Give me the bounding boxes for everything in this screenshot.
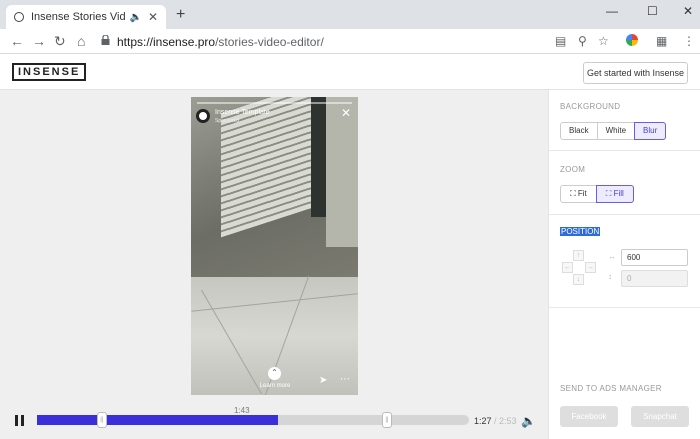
pause-bar: [15, 415, 18, 426]
site-header: INSENSE Get started with Insense: [0, 54, 700, 90]
move-up-button[interactable]: ↑: [573, 250, 584, 261]
reload-icon[interactable]: ↻: [54, 33, 66, 50]
site-favicon-icon: [14, 12, 24, 22]
url-host: https://insense.pro: [117, 35, 216, 49]
story-video-preview[interactable]: Insense Template Sponsored ✕ ⌃ Learn mor…: [191, 97, 358, 395]
pause-bar: [21, 415, 24, 426]
account-avatar: [196, 109, 210, 123]
get-started-button[interactable]: Get started with Insense: [583, 62, 688, 84]
forward-arrow-icon[interactable]: →: [32, 33, 46, 49]
maximize-icon[interactable]: ☐: [647, 4, 658, 18]
position-y-input[interactable]: 0: [621, 270, 688, 287]
address-bar[interactable]: https://insense.pro/stories-video-editor…: [117, 35, 324, 49]
background-title: BACKGROUND: [560, 102, 621, 111]
zoom-fill-button[interactable]: ⛶ Fill: [595, 185, 634, 203]
minimize-icon[interactable]: —: [606, 4, 618, 18]
story-progress-bar: [197, 102, 352, 104]
marker-time-label: 1:43: [234, 406, 250, 415]
send-icon: ➤: [319, 375, 328, 386]
current-time: 1:27: [474, 416, 492, 426]
zoom-fit-button[interactable]: ⛶ Fit: [560, 185, 597, 203]
zoom-section: ZOOM ⛶ Fit ⛶ Fill: [549, 151, 700, 215]
fit-icon: ⛶: [570, 189, 576, 198]
chevron-up-icon: ⌃: [268, 367, 281, 380]
speaker-icon[interactable]: 🔈: [129, 12, 141, 23]
zoom-options: ⛶ Fit ⛶ Fill: [560, 185, 634, 203]
extension-icon[interactable]: [626, 34, 638, 46]
editor-canvas: Insense Template Sponsored ✕ ⌃ Learn mor…: [0, 90, 548, 439]
video-scene-door: [311, 97, 326, 217]
zoom-fill-label: Fill: [613, 189, 624, 198]
zoom-icon[interactable]: ⚲: [578, 34, 587, 48]
calendar-extension-icon[interactable]: ▦: [656, 34, 667, 48]
browser-tab-bar: Insense Stories Video Editor 🔈 ✕ + — ☐ ✕: [0, 0, 700, 29]
bookmark-star-icon[interactable]: ☆: [598, 34, 609, 48]
facebook-button[interactable]: Facebook: [560, 406, 618, 427]
lock-icon: [101, 35, 110, 45]
vertical-axis-icon: ↕: [608, 272, 612, 281]
volume-icon[interactable]: 🔈: [521, 414, 536, 428]
back-arrow-icon[interactable]: ←: [10, 33, 24, 49]
move-right-button[interactable]: →: [585, 262, 596, 273]
ads-manager-title: SEND TO ADS MANAGER: [560, 384, 662, 393]
translate-icon[interactable]: ▤: [555, 34, 566, 48]
position-section: POSITION ↑ ← → ↓ ↔ 600 ↕ 0: [549, 215, 700, 308]
url-path: /stories-video-editor/: [215, 35, 324, 49]
background-section: BACKGROUND Black White Blur: [549, 90, 700, 151]
background-black-button[interactable]: Black: [560, 122, 598, 140]
timeline-progress-fill: [37, 415, 279, 425]
background-blur-button[interactable]: Blur: [634, 122, 667, 140]
timeline-track[interactable]: || ||: [37, 412, 469, 428]
pause-button[interactable]: [15, 415, 25, 426]
more-dots-icon: ⋯: [340, 374, 350, 385]
account-name: Insense Template: [215, 109, 270, 116]
position-x-input[interactable]: 600: [621, 249, 688, 266]
fill-icon: ⛶: [605, 189, 612, 198]
learn-more-label: Learn more: [259, 383, 291, 389]
insense-logo[interactable]: INSENSE: [12, 63, 87, 81]
browser-tab[interactable]: Insense Stories Video Editor 🔈 ✕: [6, 5, 166, 29]
tab-title: Insense Stories Video Editor: [31, 11, 126, 23]
zoom-fit-label: Fit: [577, 189, 587, 198]
browser-toolbar: ← → ↻ ⌂ https://insense.pro/stories-vide…: [0, 29, 700, 54]
story-close-icon: ✕: [341, 106, 352, 120]
position-title: POSITION: [560, 227, 601, 236]
time-separator: /: [491, 416, 500, 426]
move-down-button[interactable]: ↓: [573, 274, 584, 285]
new-tab-button[interactable]: +: [176, 6, 185, 24]
background-white-button[interactable]: White: [596, 122, 636, 140]
zoom-title: ZOOM: [560, 165, 586, 174]
time-display: 1:27 / 2:53: [474, 416, 517, 426]
settings-panel: BACKGROUND Black White Blur ZOOM ⛶ Fit ⛶…: [548, 90, 700, 439]
sponsored-label: Sponsored: [215, 118, 240, 124]
background-options: Black White Blur: [560, 122, 667, 140]
horizontal-axis-icon: ↔: [608, 252, 616, 261]
close-window-icon[interactable]: ✕: [683, 4, 693, 18]
move-left-button[interactable]: ←: [562, 262, 573, 273]
trim-end-handle[interactable]: ||: [381, 412, 392, 428]
menu-kebab-icon[interactable]: ⋮: [683, 34, 695, 48]
snapchat-button[interactable]: Snapchat: [631, 406, 689, 427]
total-time: 2:53: [499, 416, 517, 426]
close-tab-icon[interactable]: ✕: [148, 10, 158, 24]
home-icon[interactable]: ⌂: [77, 33, 85, 49]
trim-start-handle[interactable]: ||: [96, 412, 107, 428]
